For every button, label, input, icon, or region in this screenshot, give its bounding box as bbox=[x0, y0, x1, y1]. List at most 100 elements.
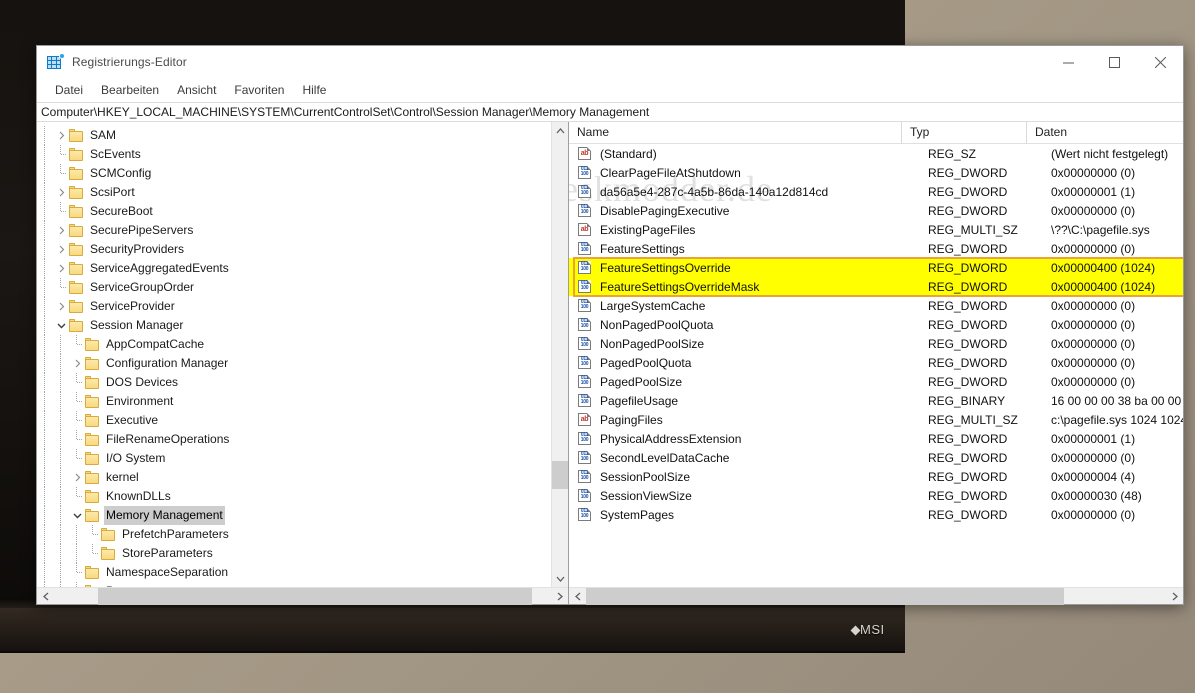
column-header-data[interactable]: Daten bbox=[1027, 122, 1183, 144]
tree-item-sam[interactable]: SAM bbox=[37, 126, 551, 145]
tree-item-label: kernel bbox=[106, 470, 139, 484]
column-header-name[interactable]: Name bbox=[569, 122, 902, 144]
tree-item-scevents[interactable]: ScEvents bbox=[37, 145, 551, 164]
tree-item-serviceaggregatedevents[interactable]: ServiceAggregatedEvents bbox=[37, 259, 551, 278]
list-scroll-left-button[interactable] bbox=[569, 588, 586, 604]
value-name: NonPagedPoolQuota bbox=[600, 317, 714, 332]
address-bar[interactable]: Computer\HKEY_LOCAL_MACHINE\SYSTEM\Curre… bbox=[37, 102, 1183, 122]
tree-scroll-thumb[interactable] bbox=[552, 461, 568, 489]
value-row[interactable]: 011 100 ClearPageFileAtShutdown REG_DWORD 0x… bbox=[569, 163, 1183, 182]
value-type: REG_DWORD bbox=[928, 355, 1008, 370]
tree-vertical-scrollbar[interactable] bbox=[551, 122, 568, 587]
value-name: FeatureSettingsOverrideMask bbox=[600, 279, 760, 294]
list-header-row: Name Typ Daten bbox=[569, 122, 1183, 144]
value-row[interactable]: 011 100 FeatureSettingsOverrideMask REG_DWO… bbox=[569, 277, 1183, 296]
tree-scroll-down-button[interactable] bbox=[552, 570, 568, 587]
value-row[interactable]: ab (Standard) REG_SZ (Wert nicht festgelegt… bbox=[569, 144, 1183, 163]
minimize-button[interactable] bbox=[1045, 46, 1091, 78]
tree-item-serviceprovider[interactable]: ServiceProvider bbox=[37, 297, 551, 316]
value-row[interactable]: ab PagingFiles REG_MULTI_SZ c:\pagefile.sys… bbox=[569, 410, 1183, 429]
tree-item-power[interactable]: Power bbox=[37, 582, 551, 587]
tree-item-label: SAM bbox=[90, 128, 117, 142]
menu-item-favoriten[interactable]: Favoriten bbox=[225, 81, 293, 99]
tree-item-executive[interactable]: Executive bbox=[37, 411, 551, 430]
chevron-right-icon[interactable] bbox=[69, 468, 85, 487]
maximize-button[interactable] bbox=[1091, 46, 1137, 78]
content-panes: SAM ScEvents SCMConfig ScsiPort SecureBoot Se… bbox=[37, 122, 1183, 605]
menu-item-hilfe[interactable]: Hilfe bbox=[293, 81, 335, 99]
tree-hscroll-track[interactable] bbox=[54, 588, 551, 605]
tree-scroll-left-button[interactable] bbox=[37, 588, 54, 604]
chevron-right-icon[interactable] bbox=[69, 354, 85, 373]
value-row[interactable]: 011 100 LargeSystemCache REG_DWORD 0x0000000… bbox=[569, 296, 1183, 315]
chevron-right-icon[interactable] bbox=[53, 126, 69, 145]
registry-tree[interactable]: SAM ScEvents SCMConfig ScsiPort SecureBoot Se… bbox=[37, 122, 551, 587]
tree-item-filerenameoperations[interactable]: FileRenameOperations bbox=[37, 430, 551, 449]
tree-item-appcompatcache[interactable]: AppCompatCache bbox=[37, 335, 551, 354]
value-row[interactable]: 011 100 SecondLevelDataCache REG_DWORD 0x000… bbox=[569, 448, 1183, 467]
tree-item-memory-management[interactable]: Memory Management bbox=[37, 506, 551, 525]
tree-item-environment[interactable]: Environment bbox=[37, 392, 551, 411]
tree-item-secureboot[interactable]: SecureBoot bbox=[37, 202, 551, 221]
menu-item-datei[interactable]: Datei bbox=[46, 81, 92, 99]
tree-item-servicegrouporder[interactable]: ServiceGroupOrder bbox=[37, 278, 551, 297]
value-row[interactable]: 011 100 PagedPoolQuota REG_DWORD 0x00000000 … bbox=[569, 353, 1183, 372]
value-type: REG_DWORD bbox=[928, 260, 1008, 275]
tree-item-dos-devices[interactable]: DOS Devices bbox=[37, 373, 551, 392]
value-row[interactable]: 011 100 PhysicalAddressExtension REG_DWORD 0… bbox=[569, 429, 1183, 448]
tree-item-securityproviders[interactable]: SecurityProviders bbox=[37, 240, 551, 259]
chevron-down-icon[interactable] bbox=[69, 506, 85, 525]
tree-scroll-right-button[interactable] bbox=[551, 588, 568, 604]
tree-item-prefetchparameters[interactable]: PrefetchParameters bbox=[37, 525, 551, 544]
chevron-right-icon[interactable] bbox=[53, 259, 69, 278]
tree-item-storeparameters[interactable]: StoreParameters bbox=[37, 544, 551, 563]
tree-item-scmconfig[interactable]: SCMConfig bbox=[37, 164, 551, 183]
tree-hscroll-thumb[interactable] bbox=[98, 588, 532, 605]
tree-scroll-track[interactable] bbox=[552, 139, 568, 570]
close-button[interactable] bbox=[1137, 46, 1183, 78]
msi-logo: MSI bbox=[850, 622, 885, 637]
value-row[interactable]: 011 100 FeatureSettingsOverride REG_DWORD 0x… bbox=[569, 258, 1183, 277]
registry-values-list[interactable]: Deskmodder.de ab(Standard)REG_SZ(Wert ni… bbox=[569, 144, 1183, 587]
registry-values-pane: Name Typ Daten Deskmodder.de ab(Standard… bbox=[569, 122, 1183, 605]
value-row[interactable]: 011 100 SessionViewSize REG_DWORD 0x00000030… bbox=[569, 486, 1183, 505]
chevron-right-icon[interactable] bbox=[53, 183, 69, 202]
menu-item-ansicht[interactable]: Ansicht bbox=[168, 81, 225, 99]
tree-item-namespaceseparation[interactable]: NamespaceSeparation bbox=[37, 563, 551, 582]
tree-item-kernel[interactable]: kernel bbox=[37, 468, 551, 487]
list-hscroll-track[interactable] bbox=[586, 588, 1166, 605]
title-bar[interactable]: Registrierungs-Editor bbox=[37, 46, 1183, 78]
value-row[interactable]: 011 100 SystemPages REG_DWORD 0x00000000 (0) bbox=[569, 505, 1183, 524]
tree-horizontal-scrollbar[interactable] bbox=[37, 587, 568, 605]
value-row[interactable]: 011 100 NonPagedPoolQuota REG_DWORD 0x000000… bbox=[569, 315, 1183, 334]
menu-item-bearbeiten[interactable]: Bearbeiten bbox=[92, 81, 168, 99]
tree-item-label: PrefetchParameters bbox=[122, 527, 229, 541]
chevron-right-icon[interactable] bbox=[53, 240, 69, 259]
tree-item-label: FileRenameOperations bbox=[106, 432, 230, 446]
list-horizontal-scrollbar[interactable] bbox=[569, 587, 1183, 605]
chevron-down-icon[interactable] bbox=[53, 316, 69, 335]
value-row[interactable]: 011 100 FeatureSettings REG_DWORD 0x00000000… bbox=[569, 239, 1183, 258]
value-row[interactable]: 011 100 NonPagedPoolSize REG_DWORD 0x0000000… bbox=[569, 334, 1183, 353]
tree-item-securepipeservers[interactable]: SecurePipeServers bbox=[37, 221, 551, 240]
value-row[interactable]: 011 100 DisablePagingExecutive REG_DWORD 0x0… bbox=[569, 201, 1183, 220]
value-row[interactable]: 011 100 PagefileUsage REG_BINARY 16 00 00 00… bbox=[569, 391, 1183, 410]
value-row[interactable]: 011 100 PagedPoolSize REG_DWORD 0x00000000 (… bbox=[569, 372, 1183, 391]
list-scroll-right-button[interactable] bbox=[1166, 588, 1183, 604]
value-data: 0x00000030 (48) bbox=[1051, 488, 1142, 503]
chevron-right-icon[interactable] bbox=[53, 221, 69, 240]
value-row[interactable]: 011 100 SessionPoolSize REG_DWORD 0x00000004… bbox=[569, 467, 1183, 486]
tree-guide bbox=[53, 392, 69, 411]
tree-item-knowndlls[interactable]: KnownDLLs bbox=[37, 487, 551, 506]
tree-item-scsiport[interactable]: ScsiPort bbox=[37, 183, 551, 202]
value-row[interactable]: ab ExistingPageFiles REG_MULTI_SZ \??\C:\pa… bbox=[569, 220, 1183, 239]
value-row[interactable]: 011 100 da56a5e4-287c-4a5b-86da-140a12d814… bbox=[569, 182, 1183, 201]
list-hscroll-thumb[interactable] bbox=[586, 588, 1064, 605]
tree-item-configuration-manager[interactable]: Configuration Manager bbox=[37, 354, 551, 373]
tree-item-i-o-system[interactable]: I/O System bbox=[37, 449, 551, 468]
tree-scroll-up-button[interactable] bbox=[552, 122, 568, 139]
dword-value-icon: 011 100 bbox=[578, 261, 593, 274]
chevron-right-icon[interactable] bbox=[53, 297, 69, 316]
column-header-type[interactable]: Typ bbox=[902, 122, 1027, 144]
tree-item-session-manager[interactable]: Session Manager bbox=[37, 316, 551, 335]
